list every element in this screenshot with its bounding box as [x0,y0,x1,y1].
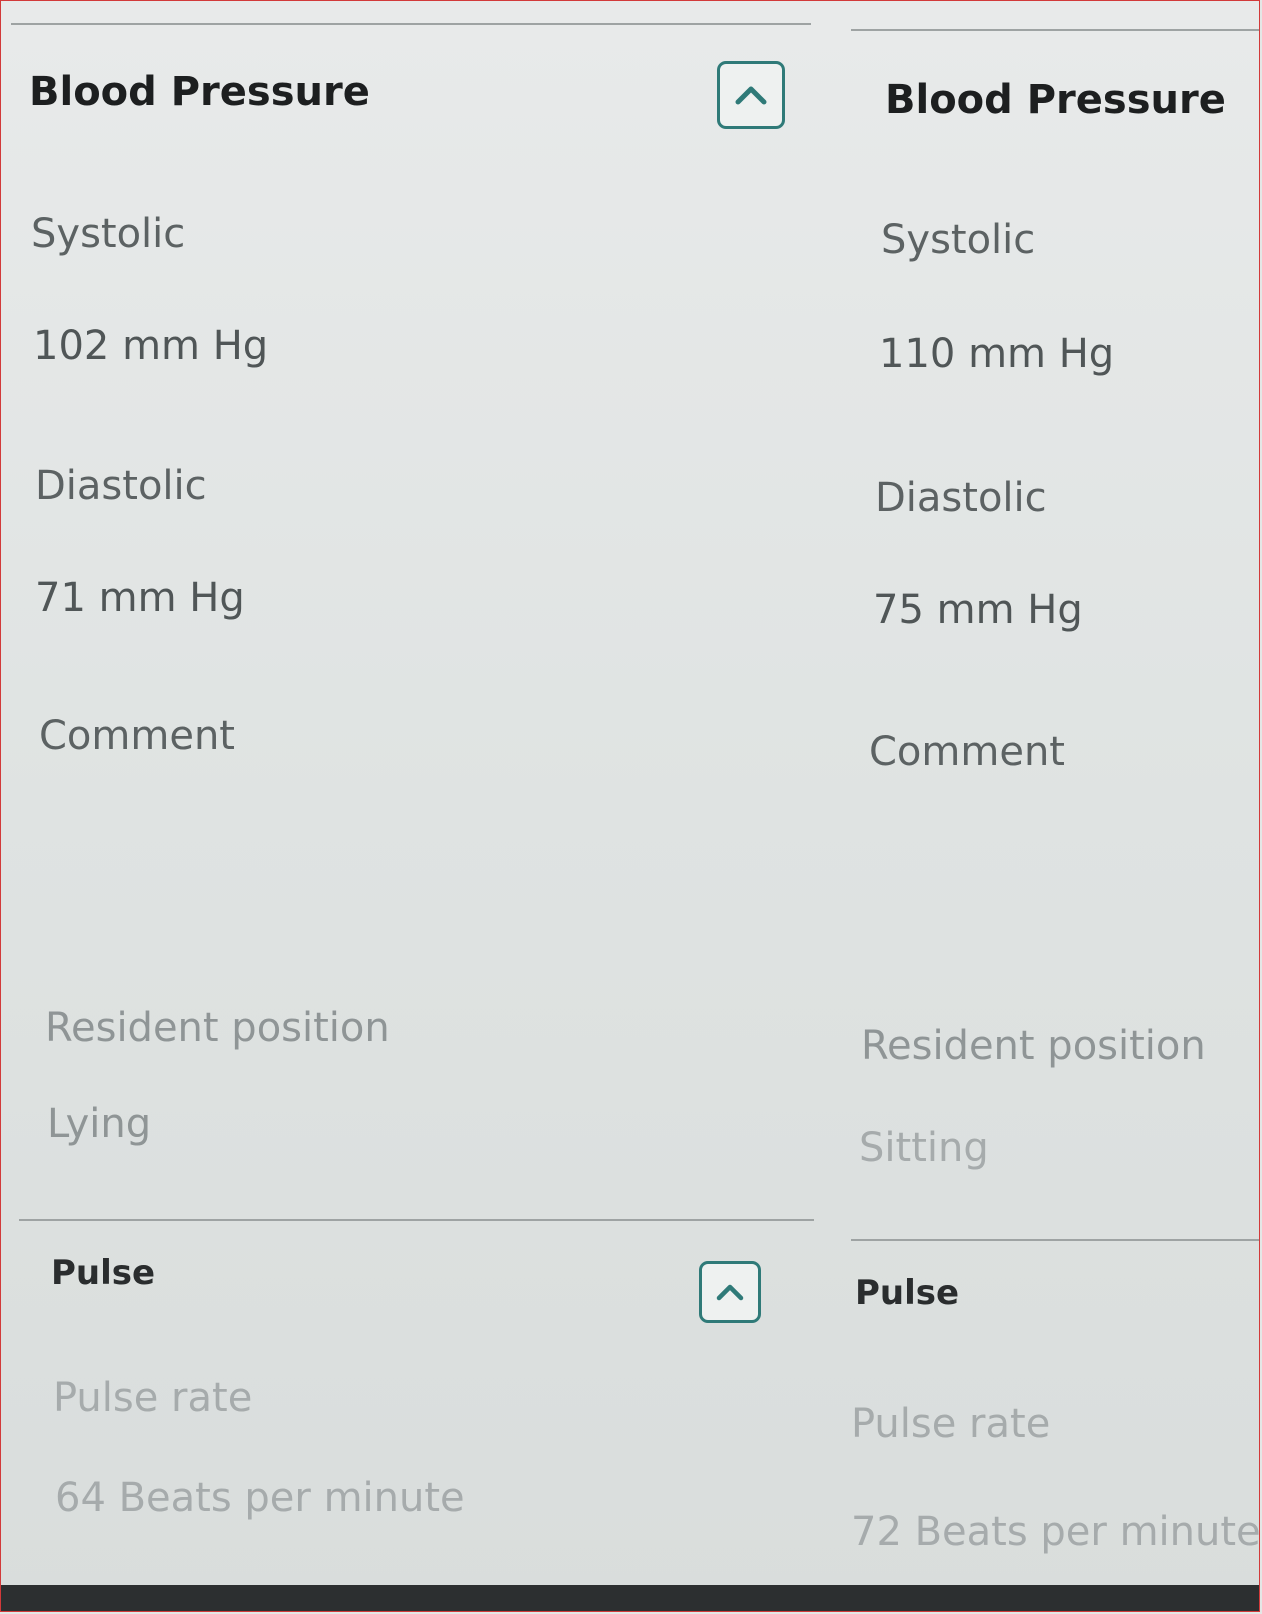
pulse-rate-label: Pulse rate [53,1375,253,1421]
systolic-label: Systolic [31,211,186,257]
chevron-up-icon [716,1284,744,1301]
section-divider-pulse [19,1219,814,1221]
pulse-rate-value: 64 Beats per minute [55,1475,465,1521]
pulse-title: Pulse [51,1253,156,1293]
resident-position-label: Resident position [45,1005,390,1051]
resident-position-value: Sitting [859,1125,989,1171]
diastolic-value: 71 mm Hg [35,575,245,621]
section-divider-top [11,23,811,25]
section-divider-pulse [851,1239,1259,1241]
diastolic-label: Diastolic [35,463,207,509]
diastolic-value: 75 mm Hg [873,587,1083,633]
pulse-rate-value: 72 Beats per minute [851,1509,1260,1555]
blood-pressure-title: Blood Pressure [885,77,1226,123]
pulse-title: Pulse [855,1273,960,1313]
screen-bezel [1,1585,1259,1611]
comment-label: Comment [869,729,1065,775]
systolic-value: 110 mm Hg [879,331,1115,377]
systolic-value: 102 mm Hg [33,323,269,369]
screen-frame: Blood Pressure Systolic 102 mm Hg Diasto… [0,0,1260,1612]
systolic-label: Systolic [881,217,1036,263]
blood-pressure-title: Blood Pressure [29,69,370,115]
chevron-up-icon [735,86,767,105]
resident-position-label: Resident position [861,1023,1206,1069]
section-divider-top [851,29,1259,31]
pulse-collapse-button[interactable] [699,1261,761,1323]
pulse-rate-label: Pulse rate [851,1401,1051,1447]
comment-label: Comment [39,713,235,759]
diastolic-label: Diastolic [875,475,1047,521]
blood-pressure-collapse-button[interactable] [717,61,785,129]
resident-position-value: Lying [47,1101,152,1147]
